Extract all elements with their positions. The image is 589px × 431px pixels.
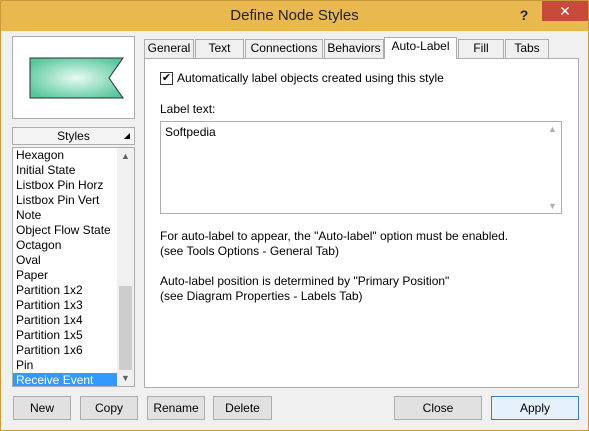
styles-header-label: Styles <box>57 129 90 143</box>
list-item-selected[interactable]: Receive Event <box>13 373 117 386</box>
auto-label-checkbox[interactable]: ✔ <box>160 72 173 85</box>
close-button[interactable]: Close <box>394 396 482 420</box>
scroll-thumb[interactable] <box>119 286 132 370</box>
list-item[interactable]: Listbox Pin Horz <box>13 178 117 193</box>
auto-label-panel: ✔ Automatically label objects created us… <box>144 58 579 388</box>
label-text-scrollbar[interactable]: ▲ ▼ <box>544 122 561 213</box>
scroll-down-icon[interactable]: ▼ <box>117 370 134 386</box>
list-item[interactable]: Octagon <box>13 238 117 253</box>
info-auto-label-line1: For auto-label to appear, the "Auto-labe… <box>160 229 509 243</box>
list-item[interactable]: Paper <box>13 268 117 283</box>
list-item[interactable]: Hexagon <box>13 148 117 163</box>
window-title: Define Node Styles <box>230 7 359 24</box>
label-text-caption: Label text: <box>160 102 216 116</box>
tab-tabs[interactable]: Tabs <box>505 39 549 58</box>
help-button[interactable]: ? <box>513 5 535 25</box>
triangle-down-icon: ◢ <box>123 131 130 140</box>
style-preview <box>12 36 135 119</box>
list-item[interactable]: Partition 1x5 <box>13 328 117 343</box>
styles-dropdown-header[interactable]: Styles ◢ <box>12 127 135 145</box>
auto-label-checkbox-label[interactable]: Automatically label objects created usin… <box>177 71 444 86</box>
list-item[interactable]: Object Flow State <box>13 223 117 238</box>
list-item[interactable]: Partition 1x2 <box>13 283 117 298</box>
close-window-button[interactable]: ✕ <box>542 1 588 21</box>
title-bar[interactable]: Define Node Styles ? ✕ <box>1 1 588 31</box>
tab-text[interactable]: Text <box>195 39 244 58</box>
scroll-up-icon[interactable]: ▲ <box>117 148 134 164</box>
styles-list-scrollbar[interactable]: ▲ ▼ <box>117 148 134 386</box>
list-item[interactable]: Partition 1x3 <box>13 298 117 313</box>
tab-auto-label[interactable]: Auto-Label <box>384 37 457 59</box>
list-item[interactable]: Partition 1x4 <box>13 313 117 328</box>
list-item[interactable]: Initial State <box>13 163 117 178</box>
list-item[interactable]: Listbox Pin Vert <box>13 193 117 208</box>
list-item[interactable]: Oval <box>13 253 117 268</box>
rename-button[interactable]: Rename <box>147 396 205 420</box>
list-item[interactable]: Note <box>13 208 117 223</box>
label-text-value[interactable]: Softpedia <box>165 125 216 139</box>
tab-fill[interactable]: Fill <box>458 39 504 58</box>
delete-button[interactable]: Delete <box>213 396 272 420</box>
list-item[interactable]: Pin <box>13 358 117 373</box>
info-position-line2: (see Diagram Properties - Labels Tab) <box>160 289 363 303</box>
copy-button[interactable]: Copy <box>80 396 138 420</box>
list-item[interactable]: Partition 1x6 <box>13 343 117 358</box>
info-auto-label-line2: (see Tools Options - General Tab) <box>160 244 339 258</box>
tab-general[interactable]: General <box>144 39 194 58</box>
info-position-line1: Auto-label position is determined by "Pr… <box>160 274 450 288</box>
receive-event-shape-icon <box>29 57 124 99</box>
tab-behaviors[interactable]: Behaviors <box>324 39 384 58</box>
label-text-input[interactable]: Softpedia ▲ ▼ <box>160 121 562 214</box>
scroll-up-icon[interactable]: ▲ <box>544 124 561 134</box>
tab-connections[interactable]: Connections <box>245 39 323 58</box>
new-button[interactable]: New <box>13 396 71 420</box>
styles-list[interactable]: Hexagon Initial State Listbox Pin Horz L… <box>12 147 135 387</box>
apply-button[interactable]: Apply <box>491 396 579 420</box>
define-node-styles-dialog: Define Node Styles ? ✕ Styles ◢ Hexagon … <box>0 0 589 431</box>
scroll-down-icon[interactable]: ▼ <box>544 201 561 211</box>
